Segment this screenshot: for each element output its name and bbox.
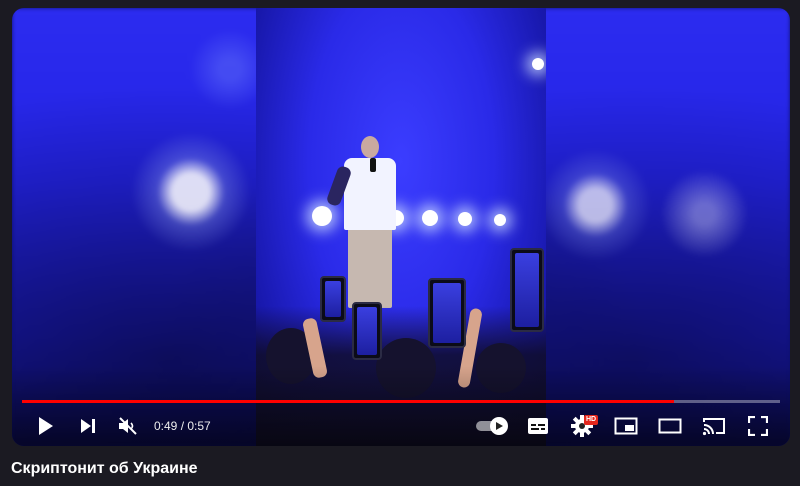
current-time: 0:49 — [154, 419, 178, 433]
progress-played — [22, 400, 674, 403]
stage-light — [532, 58, 544, 70]
miniplayer-button[interactable] — [604, 417, 648, 435]
muted-volume-icon — [119, 417, 137, 435]
stage-light — [458, 212, 472, 226]
controls-bar: 0:49 / 0:57 HD — [12, 410, 790, 442]
time-separator: / — [177, 419, 188, 433]
play-icon — [39, 417, 53, 435]
stage-light — [422, 210, 438, 226]
subtitles-icon — [528, 418, 548, 434]
theater-mode-button[interactable] — [648, 418, 692, 434]
phone — [428, 278, 466, 348]
stage-light — [494, 214, 506, 226]
fullscreen-icon — [748, 416, 768, 436]
autoplay-toggle[interactable] — [470, 416, 516, 436]
stage-light — [312, 206, 332, 226]
settings-button[interactable]: HD — [560, 415, 604, 437]
progress-bar[interactable] — [22, 400, 780, 403]
hd-badge: HD — [584, 415, 599, 425]
total-time: 0:57 — [187, 419, 211, 433]
next-icon — [81, 419, 95, 433]
next-button[interactable] — [68, 417, 108, 435]
performer-head — [361, 136, 379, 158]
mute-button[interactable] — [108, 416, 148, 436]
performer-legs — [348, 228, 392, 308]
video-title: Скриптонит об Украине — [11, 460, 198, 477]
phone — [510, 248, 544, 332]
time-display: 0:49 / 0:57 — [154, 419, 211, 433]
fullscreen-button[interactable] — [736, 416, 780, 436]
phone — [320, 276, 346, 322]
theater-mode-icon — [658, 418, 682, 434]
microphone — [370, 158, 376, 172]
play-button[interactable] — [24, 416, 68, 436]
miniplayer-icon — [614, 417, 638, 435]
autoplay-toggle-icon — [476, 417, 508, 435]
subtitles-button[interactable] — [516, 417, 560, 435]
cast-button[interactable] — [692, 416, 736, 436]
phone — [352, 302, 382, 360]
cast-icon — [702, 418, 725, 436]
video-player[interactable]: 0:49 / 0:57 HD — [12, 8, 790, 446]
